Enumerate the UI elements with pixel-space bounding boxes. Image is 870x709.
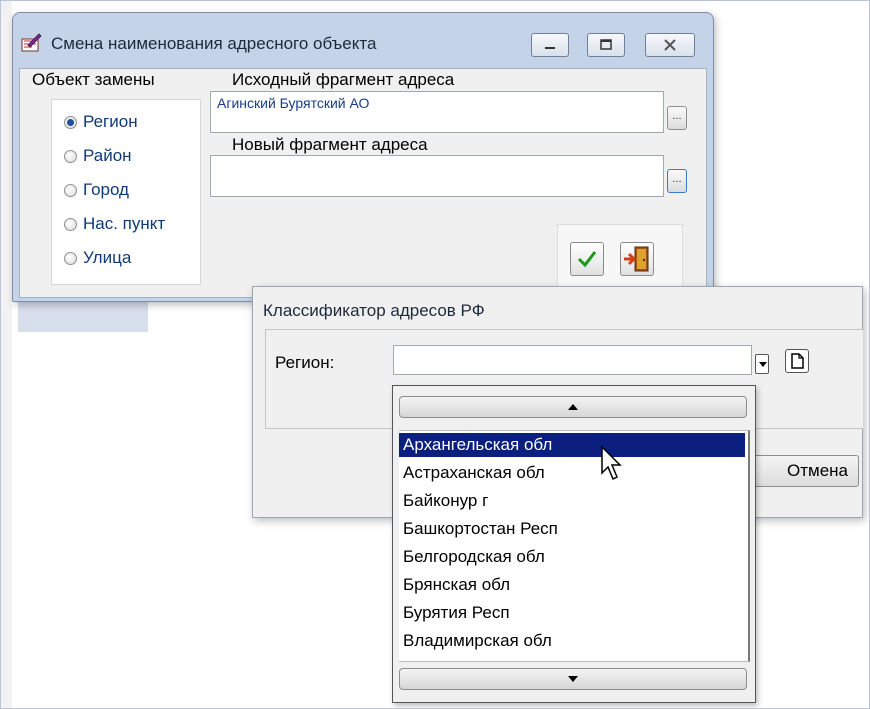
classifier-title: Классификатор адресов РФ xyxy=(263,301,485,320)
close-button[interactable] xyxy=(645,33,695,57)
rename-app-icon xyxy=(21,33,42,52)
list-item[interactable]: Байконур г xyxy=(399,489,745,513)
left-edge-strip xyxy=(0,0,12,709)
source-browse-button[interactable]: ... xyxy=(667,106,687,130)
scroll-up-button[interactable] xyxy=(399,396,747,418)
list-item[interactable]: Астраханская обл xyxy=(399,461,745,485)
region-combo-input[interactable] xyxy=(393,345,752,375)
exit-button[interactable] xyxy=(620,242,654,276)
rename-address-object-window: Смена наименования адресного объекта Объ… xyxy=(12,12,714,302)
new-document-button[interactable] xyxy=(785,349,809,373)
radio-button[interactable] xyxy=(64,251,77,265)
window-title: Смена наименования адресного объекта xyxy=(51,34,377,53)
document-icon xyxy=(791,353,804,369)
new-fragment-field[interactable] xyxy=(210,155,664,197)
list-item[interactable]: Архангельская обл xyxy=(399,433,745,457)
radio-label: Нас. пункт xyxy=(83,214,166,233)
list-item[interactable]: Бурятия Респ xyxy=(399,601,745,625)
source-fragment-value: Агинский Бурятский АО xyxy=(217,95,370,111)
radio-label: Регион xyxy=(83,112,138,131)
radio-city[interactable]: Город xyxy=(64,179,129,201)
radio-label: Улица xyxy=(83,248,132,267)
region-label: Регион: xyxy=(275,353,335,372)
maximize-button[interactable] xyxy=(587,33,625,57)
close-icon xyxy=(664,39,676,51)
region-dropdown-list: Архангельская обл Астраханская обл Байко… xyxy=(392,385,756,703)
object-label: Объект замены xyxy=(32,70,155,89)
list-item[interactable]: Владимирская обл xyxy=(399,629,745,653)
mouse-pointer-icon xyxy=(601,445,622,481)
checkmark-icon xyxy=(577,251,597,268)
list-item[interactable]: Белгородская обл xyxy=(399,545,745,569)
scroll-down-button[interactable] xyxy=(399,668,747,690)
radio-button[interactable] xyxy=(64,149,77,163)
radio-button[interactable] xyxy=(64,183,77,197)
radio-label: Район xyxy=(83,146,132,165)
new-fragment-label: Новый фрагмент адреса xyxy=(232,135,428,154)
radio-street[interactable]: Улица xyxy=(64,247,131,269)
exit-door-icon xyxy=(624,246,649,272)
object-radio-group: Регион Район Город Нас. пункт Улица xyxy=(51,99,201,285)
list-item[interactable]: Башкортостан Респ xyxy=(399,517,745,541)
region-dropdown-arrow[interactable] xyxy=(755,354,769,374)
radio-label: Город xyxy=(83,180,129,199)
radio-region[interactable]: Регион xyxy=(64,111,138,133)
list-item[interactable]: Брянская обл xyxy=(399,573,745,597)
window-client-area: Объект замены Регион Район Город Нас. пу… xyxy=(19,68,707,298)
maximize-icon xyxy=(600,39,612,50)
confirm-button[interactable] xyxy=(570,242,604,276)
minimize-icon xyxy=(545,47,555,49)
radio-button-checked[interactable] xyxy=(64,115,77,129)
region-list: Архангельская обл Астраханская обл Байко… xyxy=(399,430,750,662)
source-fragment-field[interactable]: Агинский Бурятский АО xyxy=(210,91,664,133)
radio-button[interactable] xyxy=(64,217,77,231)
new-browse-button[interactable]: ... xyxy=(667,169,687,193)
chevron-up-icon xyxy=(568,404,578,410)
minimize-button[interactable] xyxy=(531,33,569,57)
chevron-down-icon xyxy=(568,676,578,682)
source-fragment-label: Исходный фрагмент адреса xyxy=(232,70,455,89)
radio-settlement[interactable]: Нас. пункт xyxy=(64,213,165,235)
cancel-button[interactable]: Отмена xyxy=(747,455,859,487)
radio-district[interactable]: Район xyxy=(64,145,132,167)
